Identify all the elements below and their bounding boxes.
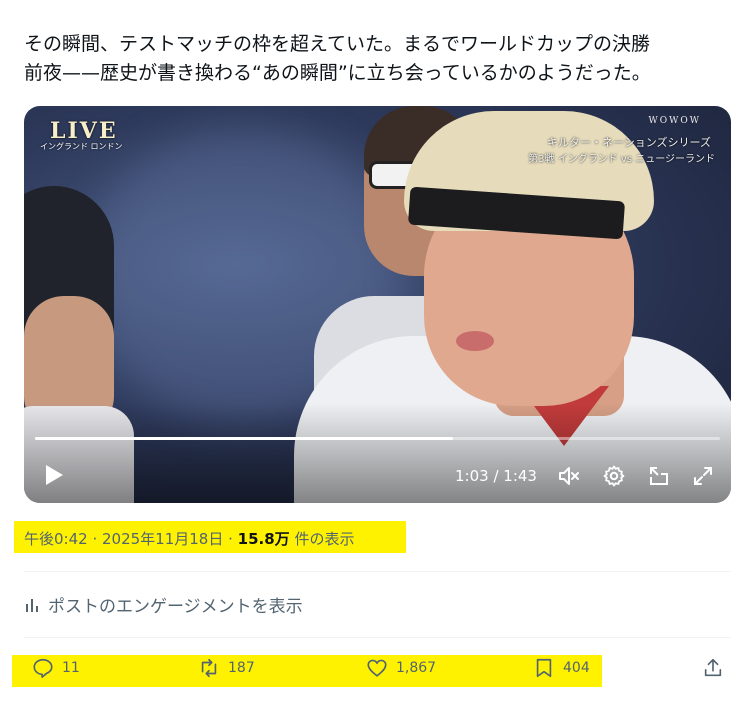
- post-text: その瞬間、テストマッチの枠を超えていた。まるでワールドカップの決勝 前夜——歴史…: [24, 30, 736, 88]
- bookmark-icon: [536, 658, 552, 678]
- view-engagements-link[interactable]: ポストのエンゲージメントを表示: [24, 592, 303, 617]
- separator: ·: [223, 530, 238, 548]
- share-upload-icon: [704, 658, 722, 677]
- match-caption: 第3戦 イングランド vs ニュージーランド: [528, 154, 715, 165]
- bookmark-button[interactable]: 404: [533, 655, 590, 681]
- picture-in-picture-icon[interactable]: [647, 464, 671, 488]
- like-button[interactable]: 1,867: [366, 655, 436, 681]
- highlight-actions: [12, 655, 602, 687]
- reply-bubble-icon: [33, 658, 53, 678]
- view-count-suffix: 件の表示: [289, 530, 355, 548]
- reply-count: 11: [62, 660, 80, 676]
- view-engagements-label: ポストのエンゲージメントを表示: [48, 597, 303, 617]
- post-text-line-1: その瞬間、テストマッチの枠を超えていた。まるでワールドカップの決勝: [24, 33, 651, 55]
- live-location: イングランド ロンドン: [40, 142, 123, 151]
- video-progress-bar[interactable]: [35, 437, 720, 440]
- channel-logo: WOWOW: [648, 116, 701, 126]
- post-date[interactable]: 2025年11月18日: [102, 530, 223, 548]
- share-button[interactable]: [702, 655, 724, 681]
- repost-icon: [201, 658, 217, 678]
- repost-button[interactable]: 187: [198, 655, 255, 681]
- bookmark-count: 404: [563, 660, 590, 676]
- video-player-main-tongue: [456, 331, 494, 351]
- post-time[interactable]: 午後0:42: [24, 530, 88, 548]
- heart-icon: [367, 659, 387, 677]
- divider: [24, 637, 731, 638]
- series-caption: キルター・ネーションズシリーズ: [546, 136, 711, 149]
- controls-gradient: [24, 403, 731, 503]
- analytics-bar-icon: [26, 598, 38, 612]
- settings-gear-icon[interactable]: [602, 464, 626, 488]
- repost-count: 187: [228, 660, 255, 676]
- like-count: 1,867: [396, 660, 437, 676]
- separator: ·: [87, 530, 102, 548]
- post-text-line-2: 前夜——歴史が書き換わる“あの瞬間”に立ち会っているかのようだった。: [24, 62, 651, 84]
- fullscreen-icon[interactable]: [691, 464, 715, 488]
- mute-icon[interactable]: [557, 464, 581, 488]
- play-icon[interactable]: [44, 464, 64, 486]
- post-timestamp[interactable]: 午後0:42 · 2025年11月18日 · 15.8万 件の表示: [24, 528, 354, 549]
- view-count: 15.8万: [237, 530, 290, 548]
- divider: [24, 571, 731, 572]
- video-time: 1:03 / 1:43: [455, 467, 537, 485]
- video-progress-fill: [35, 437, 453, 440]
- reply-button[interactable]: 11: [32, 655, 80, 681]
- video-player[interactable]: LIVE イングランド ロンドン WOWOW キルター・ネーションズシリーズ 第…: [24, 106, 731, 503]
